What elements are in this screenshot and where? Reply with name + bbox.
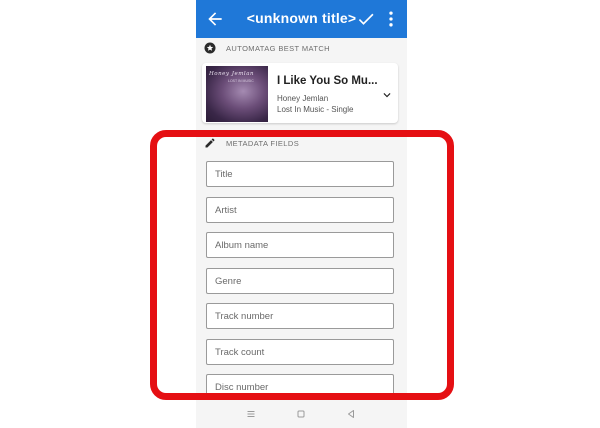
star-circle-icon [204,42,216,54]
cover-subtitle-text: LOST IN MUSIC [228,79,254,83]
track-count-field[interactable]: Track count [206,339,394,365]
menu-icon[interactable] [245,408,257,420]
system-nav-bar [196,402,407,428]
automatag-section-header: AUTOMATAG BEST MATCH [204,41,330,55]
song-album: Lost In Music - Single [277,105,354,114]
chevron-down-icon[interactable] [380,88,394,102]
phone-screen: <unknown title> AUTOMATAG BEST MATCH Hon… [196,0,407,428]
cover-artist-text: Honey Jemlan [209,71,255,77]
disc-number-field[interactable]: Disc number [206,374,394,400]
album-cover: Honey Jemlan LOST IN MUSIC [206,66,268,122]
album-name-field[interactable]: Album name [206,232,394,258]
artist-field[interactable]: Artist [206,197,394,223]
metadata-section-header: METADATA FIELDS [204,136,299,150]
pencil-icon [205,138,215,148]
app-bar: <unknown title> [196,0,407,38]
more-vert-icon[interactable] [381,9,401,29]
metadata-section-label: METADATA FIELDS [226,138,300,148]
title-field[interactable]: Title [206,161,394,187]
genre-field[interactable]: Genre [206,268,394,294]
automatag-section-label: AUTOMATAG BEST MATCH [226,43,330,53]
song-title: I Like You So Mu... [277,75,378,87]
track-number-field[interactable]: Track number [206,303,394,329]
song-artist: Honey Jemlan [277,94,329,103]
back-triangle-icon[interactable] [345,408,357,420]
check-icon[interactable] [356,9,376,29]
best-match-card[interactable]: Honey Jemlan LOST IN MUSIC I Like You So… [202,63,398,123]
home-square-icon[interactable] [295,408,307,420]
